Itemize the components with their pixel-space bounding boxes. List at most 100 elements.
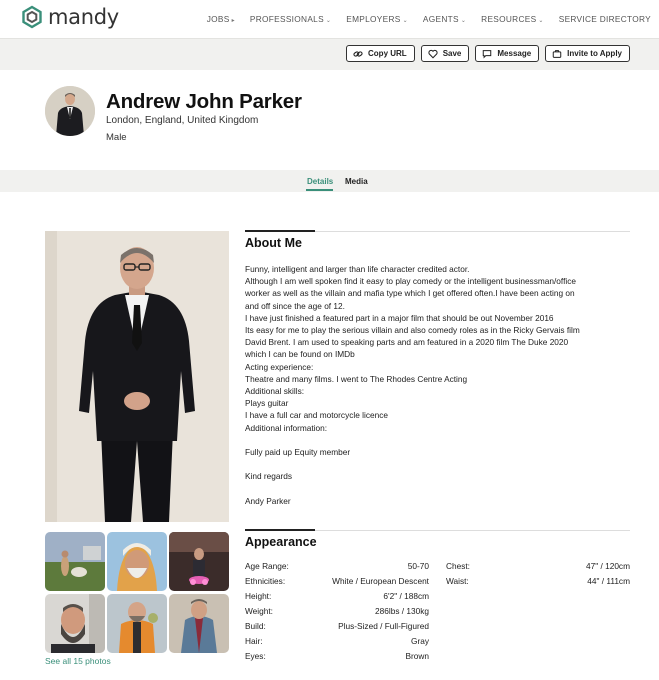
bio-line: Although I am well spoken find it easy t…: [245, 276, 576, 287]
bio-line: worker as well as the villain and mafia …: [245, 288, 575, 299]
appearance-row-hair: Hair: Gray: [245, 636, 429, 648]
bio-line: [245, 434, 630, 446]
profile-actions: Copy URL Save Message Invite to Apply: [346, 45, 630, 62]
appearance-row-chest: Chest: 47" / 120cm: [446, 561, 630, 573]
appearance-label: Hair:: [245, 636, 263, 646]
appearance-title: Appearance: [245, 535, 317, 549]
speech-bubble-icon: [483, 49, 492, 59]
photo-thumbnail[interactable]: [169, 532, 229, 591]
nav-item-professionals[interactable]: PROFESSIONALS ⌄: [250, 14, 331, 24]
message-label: Message: [497, 49, 532, 58]
photo-thumbnail[interactable]: [45, 594, 105, 653]
appearance-row-build: Build: Plus-Sized / Full-Figured: [245, 621, 429, 633]
main-profile-photo[interactable]: [45, 231, 229, 522]
invite-label: Invite to Apply: [567, 49, 622, 58]
heart-icon: [428, 49, 438, 58]
appearance-row-weight: Weight: 286lbs / 130kg: [245, 606, 429, 618]
bio-line: I have a full car and motorcycle licence: [245, 410, 388, 421]
photo-thumbnail[interactable]: [107, 532, 167, 591]
profile-tabs: Details Media: [0, 170, 659, 192]
nav-item-label: AGENTS: [422, 14, 459, 24]
appearance-row-waist: Waist: 44" / 111cm: [446, 576, 630, 588]
about-me-title: About Me: [245, 236, 302, 250]
about-me-divider: [245, 230, 630, 232]
tab-details[interactable]: Details: [307, 177, 333, 186]
photo-thumbnail[interactable]: [107, 594, 167, 653]
chevron-down-icon: ⌄: [402, 18, 408, 24]
appearance-label: Build:: [245, 621, 266, 631]
profile-location: London, England, United Kingdom: [106, 115, 259, 126]
message-button[interactable]: Message: [475, 45, 540, 62]
top-navigation: mandy JOBS ▸ PROFESSIONALS ⌄ EMPLOYERS ⌄ AG…: [0, 0, 659, 38]
appearance-row-height: Height: 6'2" / 188cm: [245, 591, 429, 603]
appearance-value: Gray: [411, 636, 429, 646]
nav-item-resources[interactable]: RESOURCES ⌄: [481, 14, 544, 24]
active-tab-indicator: [306, 189, 333, 191]
briefcase-icon: [552, 49, 562, 58]
tab-media[interactable]: Media: [345, 177, 368, 186]
nav-item-label: PROFESSIONALS: [249, 14, 324, 24]
appearance-value: White / European Descent: [332, 576, 429, 586]
appearance-value: 44" / 111cm: [587, 576, 630, 586]
appearance-label: Ethnicities:: [245, 576, 286, 586]
nav-item-agents[interactable]: AGENTS ⌄: [423, 14, 466, 24]
save-button[interactable]: Save: [420, 45, 470, 62]
nav-item-service-directory[interactable]: SERVICE DIRECTORY: [559, 14, 651, 24]
bio-line: [245, 483, 630, 495]
appearance-row-ethnicities: Ethnicities: White / European Descent: [245, 576, 429, 588]
bio-line: Andy Parker: [245, 495, 291, 506]
nav-item-employers[interactable]: EMPLOYERS ⌄: [346, 14, 408, 24]
appearance-value: 47" / 120cm: [586, 561, 630, 571]
chevron-right-icon: ▸: [231, 18, 235, 24]
appearance-row-eyes: Eyes: Brown: [245, 651, 429, 663]
bio-line: [245, 458, 630, 470]
bio-line: Fully paid up Equity member: [245, 447, 351, 458]
bio-line: Acting experience:: [245, 361, 314, 372]
bio-line: Theatre and many films. I went to The Rh…: [245, 373, 468, 384]
nav-links: JOBS ▸ PROFESSIONALS ⌄ EMPLOYERS ⌄ AGENTS ⌄ …: [192, 14, 651, 24]
nav-item-label: JOBS: [206, 14, 230, 24]
nav-item-label: EMPLOYERS: [346, 14, 401, 24]
about-me-text: Funny, intelligent and larger than life …: [245, 263, 630, 507]
appearance-value: 6'2" / 188cm: [383, 591, 429, 601]
bio-line: David Brent. I am used to speaking parts…: [245, 337, 569, 348]
appearance-divider: [245, 529, 630, 531]
appearance-label: Eyes:: [245, 651, 266, 661]
brand-name: mandy: [48, 5, 119, 29]
link-icon: [353, 50, 363, 57]
bio-line: Additional skills:: [245, 386, 305, 397]
bio-line: and off since the age of 12.: [245, 300, 345, 311]
photo-thumbnail[interactable]: [45, 532, 105, 591]
bio-line: Its easy for me to play the serious vill…: [245, 325, 580, 336]
invite-to-apply-button[interactable]: Invite to Apply: [545, 45, 630, 62]
profile-gender: Male: [106, 132, 127, 143]
nav-item-label: RESOURCES: [481, 14, 537, 24]
profile-name: Andrew John Parker: [106, 90, 302, 113]
profile-action-bar: Copy URL Save Message Invite to Apply: [0, 38, 659, 70]
chevron-down-icon: ⌄: [460, 18, 467, 24]
copy-url-button[interactable]: Copy URL: [346, 45, 415, 62]
mandy-logo[interactable]: mandy: [20, 5, 119, 29]
bio-line: Plays guitar: [245, 398, 289, 409]
mandy-logo-icon: [22, 5, 42, 29]
appearance-label: Height:: [245, 591, 272, 601]
bio-line: Additional information:: [245, 422, 328, 433]
photo-thumbnail[interactable]: [169, 594, 229, 653]
bio-line: I have just finished a featured part in …: [245, 312, 554, 323]
save-label: Save: [442, 49, 462, 58]
copy-url-label: Copy URL: [368, 49, 407, 58]
appearance-label: Chest:: [446, 561, 470, 571]
appearance-row-age-range: Age Range: 50-70: [245, 561, 429, 573]
chevron-down-icon: ⌄: [325, 18, 332, 24]
avatar: [45, 86, 95, 136]
nav-item-label: SERVICE DIRECTORY: [558, 14, 651, 24]
appearance-value: 50-70: [407, 561, 429, 571]
bio-line: which I can be found on IMDb: [245, 349, 355, 360]
appearance-label: Waist:: [446, 576, 469, 586]
appearance-value: 286lbs / 130kg: [375, 606, 429, 616]
see-all-photos-link[interactable]: See all 15 photos: [45, 656, 111, 666]
appearance-value: Plus-Sized / Full-Figured: [338, 621, 429, 631]
appearance-value: Brown: [405, 651, 429, 661]
nav-item-jobs[interactable]: JOBS ▸: [207, 14, 235, 24]
appearance-label: Weight:: [245, 606, 273, 616]
